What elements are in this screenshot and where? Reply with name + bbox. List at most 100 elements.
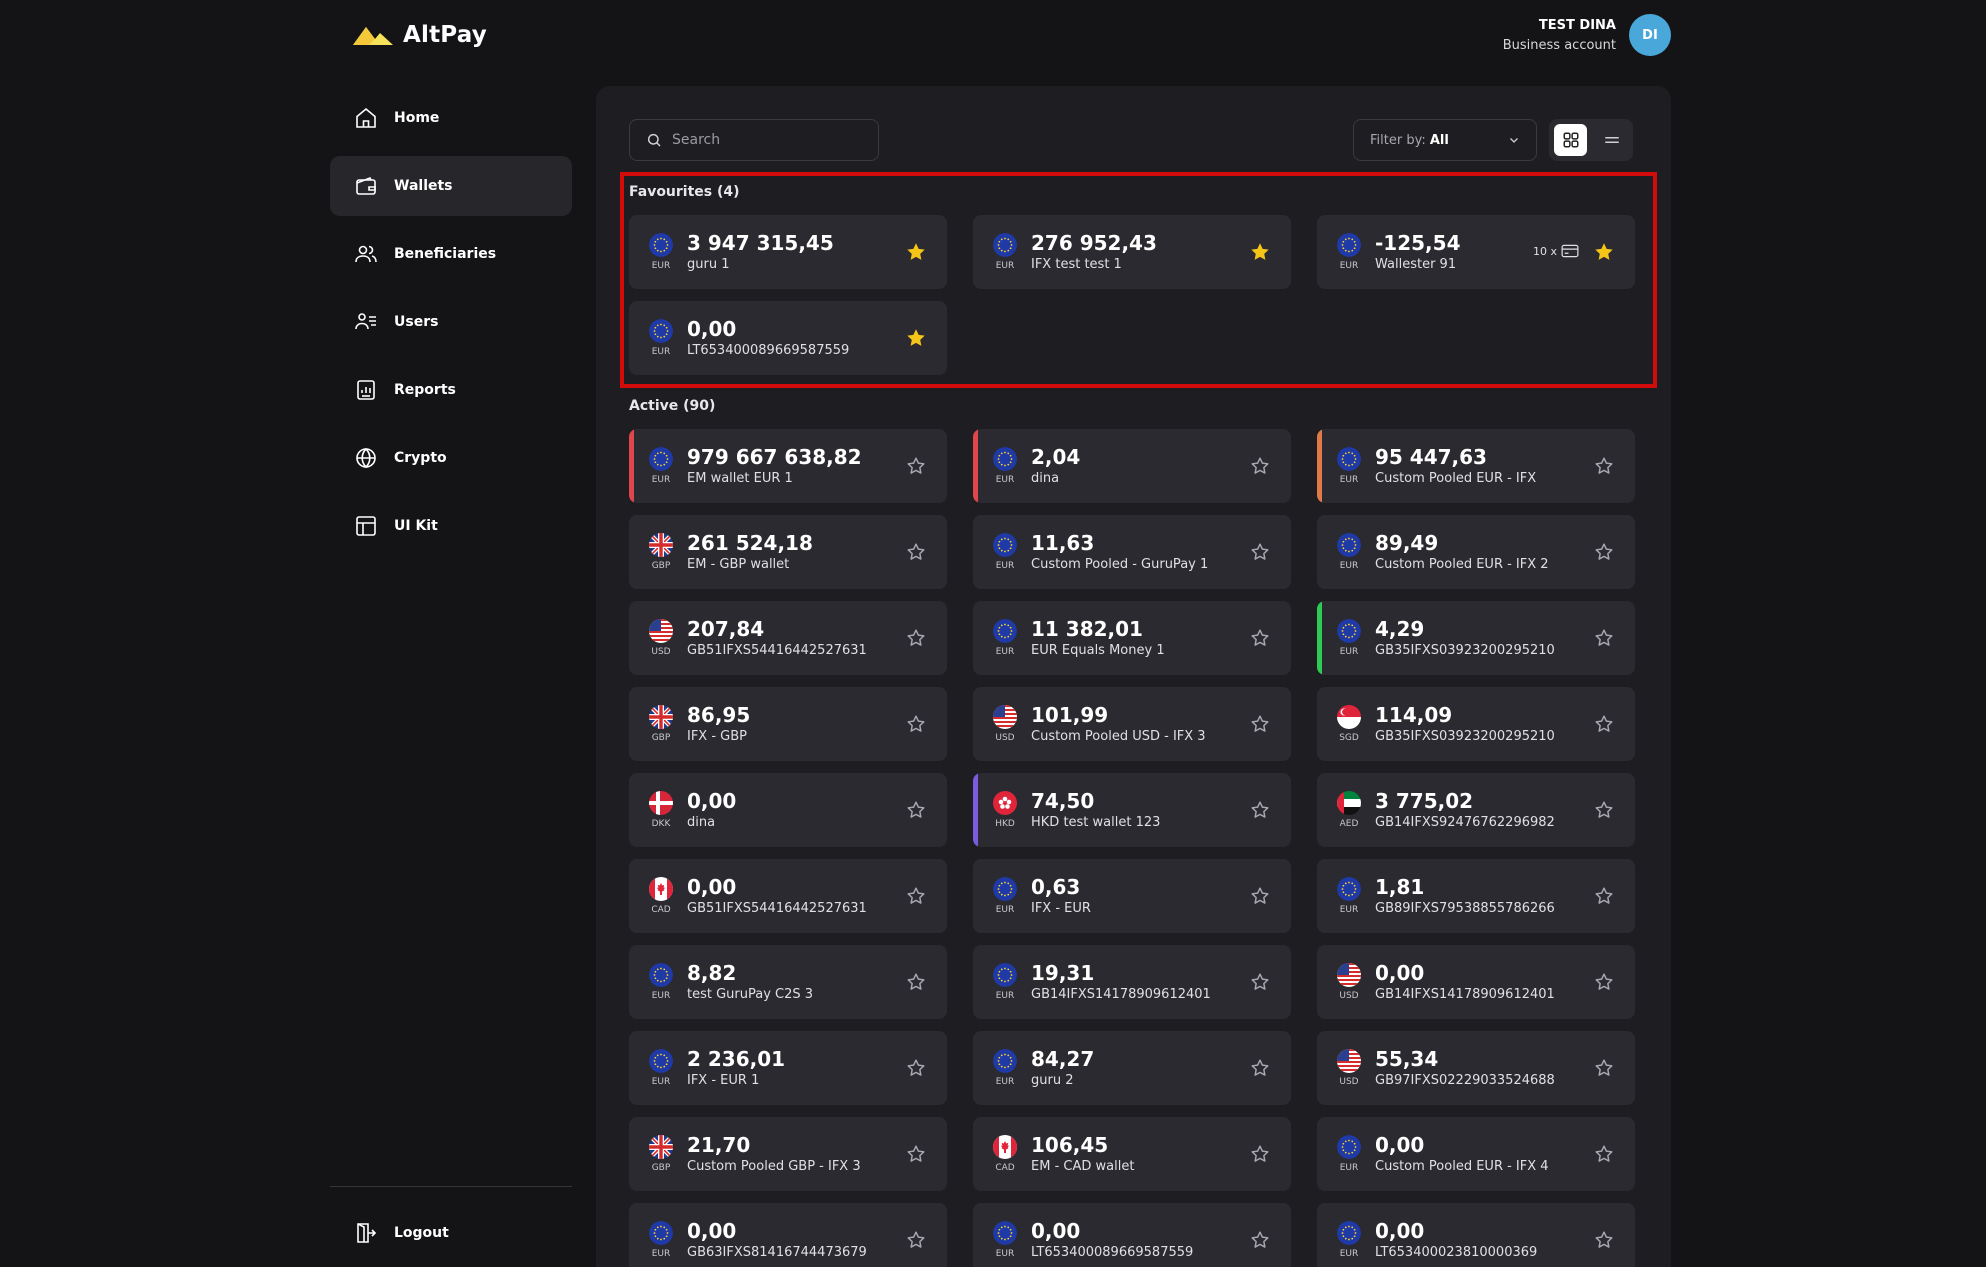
wallet-card[interactable]: GBP 21,70 Custom Pooled GBP - IFX 3 <box>629 1117 947 1191</box>
favourite-star-button[interactable] <box>1593 1229 1615 1251</box>
wallet-card[interactable]: EUR 0,00 LT653400089669587559 <box>973 1203 1291 1267</box>
favourite-star-button[interactable] <box>1593 627 1615 649</box>
wallet-currency: EUR <box>995 561 1015 571</box>
sidebar-item-crypto[interactable]: Crypto <box>330 428 572 488</box>
sidebar-item-wallets[interactable]: Wallets <box>330 156 572 216</box>
wallet-card[interactable]: USD 55,34 GB97IFXS02229033524688 <box>1317 1031 1635 1105</box>
altpay-logo[interactable]: AltPay <box>353 22 487 48</box>
star-outline-icon <box>1251 1231 1269 1248</box>
wallet-card[interactable]: EUR 3 947 315,45 guru 1 <box>629 215 947 289</box>
sidebar-item-ui-kit[interactable]: UI Kit <box>330 496 572 556</box>
search-input[interactable] <box>672 132 862 148</box>
wallet-card[interactable]: EUR 2 236,01 IFX - EUR 1 <box>629 1031 947 1105</box>
favourite-star-button[interactable] <box>1249 971 1271 993</box>
list-view-button[interactable] <box>1595 124 1628 156</box>
favourite-star-button[interactable] <box>1593 1057 1615 1079</box>
favourite-star-button[interactable] <box>905 241 927 263</box>
favourite-star-button[interactable] <box>905 1143 927 1165</box>
wallet-card[interactable]: AED 3 775,02 GB14IFXS92476762296982 <box>1317 773 1635 847</box>
favourite-star-button[interactable] <box>1249 713 1271 735</box>
favourite-star-button[interactable] <box>1249 1143 1271 1165</box>
wallet-name: GB35IFXS03923200295210 <box>1375 643 1555 658</box>
wallet-card[interactable]: EUR 8,82 test GuruPay C2S 3 <box>629 945 947 1019</box>
sidebar-item-label: Reports <box>394 382 456 398</box>
logout-button[interactable]: Logout <box>330 1203 572 1263</box>
wallet-card[interactable]: GBP 261 524,18 EM - GBP wallet <box>629 515 947 589</box>
wallet-card[interactable]: USD 207,84 GB51IFXS54416442527631 <box>629 601 947 675</box>
favourite-star-button[interactable] <box>905 885 927 907</box>
favourite-star-button[interactable] <box>1249 541 1271 563</box>
favourite-star-button[interactable] <box>905 455 927 477</box>
star-outline-icon <box>1251 543 1269 560</box>
user-menu[interactable]: TEST DINA Business account DI <box>1503 14 1671 56</box>
wallet-card[interactable]: EUR 4,29 GB35IFXS03923200295210 <box>1317 601 1635 675</box>
favourite-star-button[interactable] <box>905 1229 927 1251</box>
wallet-card[interactable]: EUR 11 382,01 EUR Equals Money 1 <box>973 601 1291 675</box>
favourite-star-button[interactable] <box>1249 241 1271 263</box>
wallet-card[interactable]: HKD 74,50 HKD test wallet 123 <box>973 773 1291 847</box>
star-outline-icon <box>1251 801 1269 818</box>
wallet-card[interactable]: GBP 86,95 IFX - GBP <box>629 687 947 761</box>
wallet-card[interactable]: EUR 2,04 dina <box>973 429 1291 503</box>
wallet-card[interactable]: CAD 106,45 EM - CAD wallet <box>973 1117 1291 1191</box>
favourite-star-button[interactable] <box>905 1057 927 1079</box>
favourite-star-button[interactable] <box>1593 799 1615 821</box>
wallet-card[interactable]: SGD 114,09 GB35IFXS03923200295210 <box>1317 687 1635 761</box>
filter-dropdown[interactable]: Filter by: All <box>1353 119 1537 161</box>
favourite-star-button[interactable] <box>1249 627 1271 649</box>
favourite-star-button[interactable] <box>905 971 927 993</box>
search-box[interactable] <box>629 119 879 161</box>
wallet-card[interactable]: EUR 95 447,63 Custom Pooled EUR - IFX <box>1317 429 1635 503</box>
wallet-card[interactable]: USD 101,99 Custom Pooled USD - IFX 3 <box>973 687 1291 761</box>
wallet-card[interactable]: EUR 276 952,43 IFX test test 1 <box>973 215 1291 289</box>
sidebar-item-reports[interactable]: Reports <box>330 360 572 420</box>
wallet-card[interactable]: EUR 0,63 IFX - EUR <box>973 859 1291 933</box>
sidebar-item-home[interactable]: Home <box>330 88 572 148</box>
favourite-star-button[interactable] <box>905 713 927 735</box>
wallet-accent-bar <box>973 429 978 503</box>
wallet-card[interactable]: EUR 0,00 LT653400023810000369 <box>1317 1203 1635 1267</box>
wallet-card[interactable]: CAD 0,00 GB51IFXS54416442527631 <box>629 859 947 933</box>
wallet-card[interactable]: EUR 0,00 Custom Pooled EUR - IFX 4 <box>1317 1117 1635 1191</box>
wallet-card[interactable]: EUR -125,54 Wallester 91 10 x <box>1317 215 1635 289</box>
wallet-card[interactable]: DKK 0,00 dina <box>629 773 947 847</box>
wallet-card[interactable]: EUR 89,49 Custom Pooled EUR - IFX 2 <box>1317 515 1635 589</box>
gbp-flag-icon <box>649 705 673 729</box>
wallet-name: GB51IFXS54416442527631 <box>687 901 867 916</box>
favourite-star-button[interactable] <box>1593 455 1615 477</box>
wallet-currency: EUR <box>1339 1163 1359 1173</box>
wallet-card[interactable]: EUR 1,81 GB89IFXS79538855786266 <box>1317 859 1635 933</box>
favourite-star-button[interactable] <box>905 627 927 649</box>
sidebar-item-label: UI Kit <box>394 518 438 534</box>
sgd-flag-icon <box>1337 705 1361 729</box>
users-icon <box>355 245 377 263</box>
favourite-star-button[interactable] <box>1249 1229 1271 1251</box>
favourite-star-button[interactable] <box>1249 885 1271 907</box>
sidebar-item-beneficiaries[interactable]: Beneficiaries <box>330 224 572 284</box>
favourite-star-button[interactable] <box>905 327 927 349</box>
grid-view-button[interactable] <box>1554 124 1587 156</box>
favourite-star-button[interactable] <box>905 799 927 821</box>
favourite-star-button[interactable] <box>1593 885 1615 907</box>
sidebar-item-users[interactable]: Users <box>330 292 572 352</box>
wallet-card[interactable]: USD 0,00 GB14IFXS14178909612401 <box>1317 945 1635 1019</box>
wallet-card[interactable]: EUR 0,00 LT653400089669587559 <box>629 301 947 375</box>
favourite-star-button[interactable] <box>1593 971 1615 993</box>
wallet-card[interactable]: EUR 11,63 Custom Pooled - GuruPay 1 <box>973 515 1291 589</box>
wallet-card[interactable]: EUR 84,27 guru 2 <box>973 1031 1291 1105</box>
wallet-currency: EUR <box>995 905 1015 915</box>
favourite-star-button[interactable] <box>1249 799 1271 821</box>
favourite-star-button[interactable] <box>1593 541 1615 563</box>
favourite-star-button[interactable] <box>1593 241 1615 263</box>
favourite-star-button[interactable] <box>1593 713 1615 735</box>
wallet-accent-bar <box>629 429 634 503</box>
wallet-card[interactable]: EUR 979 667 638,82 EM wallet EUR 1 <box>629 429 947 503</box>
favourite-star-button[interactable] <box>1593 1143 1615 1165</box>
wallet-card[interactable]: EUR 19,31 GB14IFXS14178909612401 <box>973 945 1291 1019</box>
layout-icon <box>356 516 376 536</box>
favourite-star-button[interactable] <box>1249 455 1271 477</box>
wallet-card[interactable]: EUR 0,00 GB63IFXS81416744473679 <box>629 1203 947 1267</box>
avatar[interactable]: DI <box>1629 14 1671 56</box>
favourite-star-button[interactable] <box>905 541 927 563</box>
favourite-star-button[interactable] <box>1249 1057 1271 1079</box>
